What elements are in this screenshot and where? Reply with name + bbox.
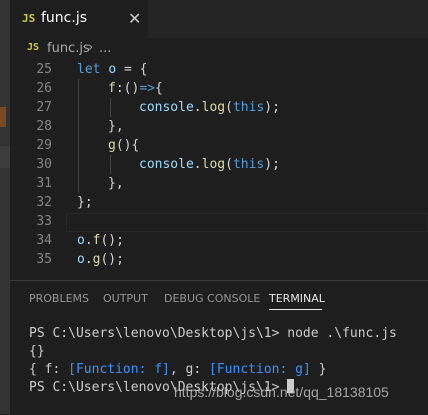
watermark: https://blog.csdn.net/qq_18138105 [174, 384, 389, 400]
line-number: 29 [36, 138, 52, 153]
active-tab-indicator [269, 309, 322, 310]
javascript-file-icon: JS [27, 42, 40, 53]
activity-bar-item[interactable] [0, 146, 10, 168]
line-number: 25 [36, 62, 52, 77]
code-text: }, [108, 119, 124, 134]
code-text: }, [108, 176, 124, 191]
code-line[interactable]: 32 }; [10, 193, 428, 212]
tab-terminal[interactable]: TERMINAL [269, 292, 325, 305]
breadcrumb-file[interactable]: func.js [47, 41, 90, 56]
chevron-right-icon: › [88, 40, 94, 55]
editor-tab-bar: JS func.js ✕ [10, 0, 428, 38]
line-number: 30 [36, 157, 52, 172]
code-line[interactable]: 25 let o = { [10, 60, 428, 79]
activity-bar [0, 0, 10, 414]
code-line[interactable]: 27 console.log(this); [10, 98, 428, 117]
line-number: 27 [36, 100, 52, 115]
line-number: 35 [36, 252, 52, 267]
code-line[interactable]: 26 f:()=>{ [10, 79, 428, 98]
code-text: console.log(this); [139, 157, 280, 172]
code-line[interactable]: 34 o.f(); [10, 231, 428, 250]
line-number: 28 [36, 119, 52, 134]
terminal-line: {} [29, 344, 45, 359]
code-line[interactable]: 33 [10, 212, 428, 231]
code-text: }; [77, 195, 93, 210]
code-text: g(){ [108, 138, 140, 153]
line-number: 26 [36, 81, 52, 96]
tab-problems[interactable]: PROBLEMS [29, 292, 89, 305]
tab-debug-console[interactable]: DEBUG CONSOLE [164, 292, 260, 305]
tab-output[interactable]: OUTPUT [103, 292, 148, 305]
close-icon[interactable]: ✕ [128, 9, 141, 28]
tab-func-js[interactable]: JS func.js ✕ [10, 0, 148, 38]
code-text: f:()=>{ [108, 81, 163, 96]
code-text: o.g(); [77, 252, 124, 267]
breadcrumb: JS func.js › ... [10, 38, 428, 60]
javascript-file-icon: JS [22, 12, 36, 25]
activity-bar-marker [0, 107, 6, 127]
terminal-line: { f: [Function: f], g: [Function: g] } [29, 362, 327, 377]
terminal-line: PS C:\Users\lenovo\Desktop\js\1> node .\… [29, 326, 397, 341]
line-number: 34 [36, 233, 52, 248]
code-text: console.log(this); [139, 100, 280, 115]
code-line[interactable]: 29 g(){ [10, 136, 428, 155]
code-editor[interactable]: 25 let o = { 26 f:()=>{ 27 console.log(t… [10, 60, 428, 280]
code-line[interactable]: 31 }, [10, 174, 428, 193]
line-number: 33 [36, 214, 52, 229]
code-line[interactable]: 35 o.g(); [10, 250, 428, 269]
code-line[interactable]: 30 console.log(this); [10, 155, 428, 174]
line-number: 31 [36, 176, 52, 191]
code-line[interactable]: 28 }, [10, 117, 428, 136]
line-number: 32 [36, 195, 52, 210]
code-text: let o = { [77, 62, 148, 77]
code-text: o.f(); [77, 233, 124, 248]
tab-label: func.js [41, 10, 88, 26]
breadcrumb-more[interactable]: ... [99, 41, 111, 56]
